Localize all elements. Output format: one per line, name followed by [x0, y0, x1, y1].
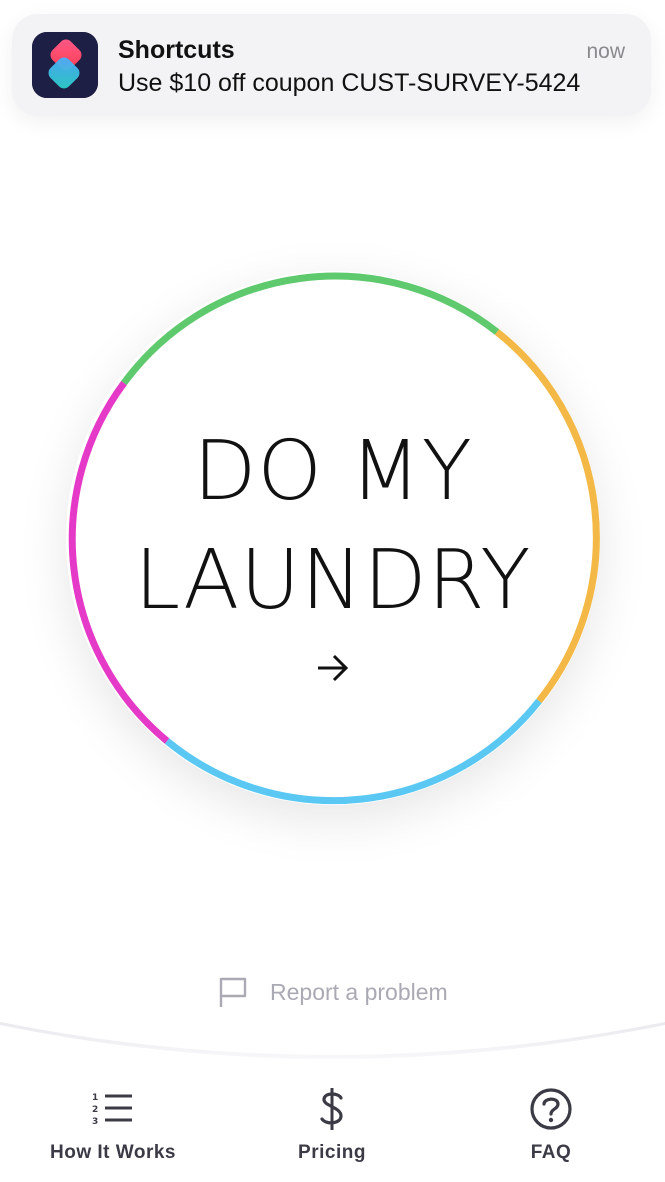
dollar-icon — [242, 1084, 422, 1134]
ring-segment-green — [121, 272, 500, 386]
notification-time: now — [586, 40, 625, 63]
svg-text:3: 3 — [92, 1117, 98, 1127]
svg-text:1: 1 — [92, 1093, 98, 1103]
notification-banner[interactable]: Shortcuts now Use $10 off coupon CUST-SU… — [12, 14, 651, 116]
do-my-laundry-button[interactable]: DO MY LAUNDRY — [66, 271, 600, 805]
notification-app-name: Shortcuts — [118, 36, 235, 64]
question-circle-icon — [461, 1084, 641, 1134]
button-text-line2: LAUNDRY — [134, 533, 532, 628]
shortcuts-app-icon — [32, 32, 98, 98]
tab-label-how-it-works: How It Works — [50, 1142, 176, 1163]
tab-faq[interactable]: FAQ — [461, 1084, 641, 1174]
report-problem-link[interactable]: Report a problem — [218, 974, 448, 1010]
tab-pricing[interactable]: Pricing — [242, 1084, 422, 1174]
tab-label-faq: FAQ — [530, 1142, 572, 1163]
notification-message: Use $10 off coupon CUST-SURVEY-5424 — [118, 69, 581, 97]
button-text-line1: DO MY — [193, 424, 473, 519]
tab-how-it-works[interactable]: 1 2 3 How It Works — [23, 1084, 203, 1174]
tab-label-pricing: Pricing — [298, 1142, 366, 1163]
flag-icon — [218, 976, 248, 1008]
ring-segment-blue — [164, 698, 542, 805]
arrow-right-icon — [315, 653, 351, 688]
svg-text:2: 2 — [92, 1105, 98, 1115]
report-problem-label: Report a problem — [270, 978, 448, 1005]
numbered-list-icon: 1 2 3 — [23, 1084, 203, 1134]
tabbar-divider — [0, 1022, 665, 1078]
